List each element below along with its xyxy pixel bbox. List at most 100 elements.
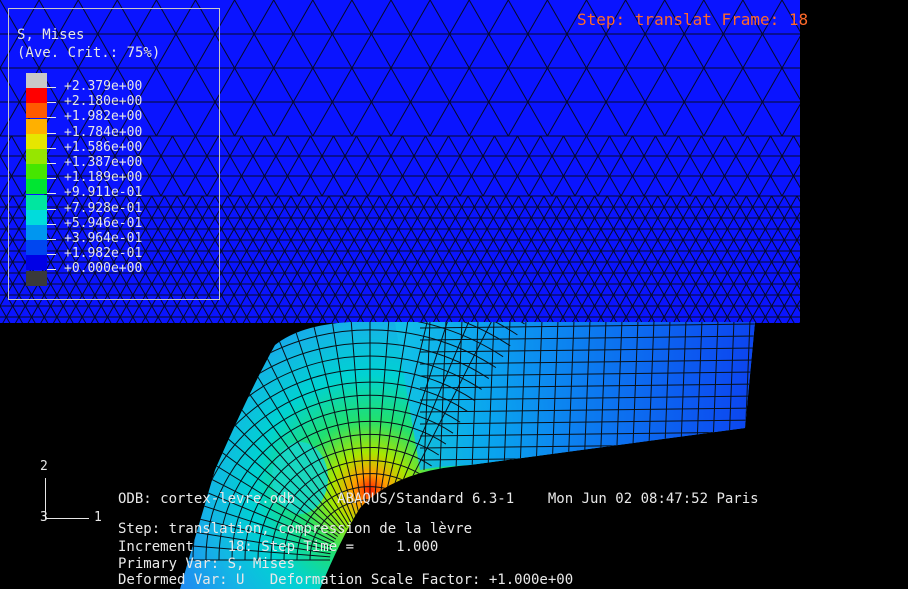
legend-swatch: [26, 194, 47, 210]
legend-level-label: +3.964e-01: [64, 231, 143, 246]
mesh-edge: [810, 218, 816, 229]
mesh-edge: [816, 273, 822, 284]
mesh-edge: [822, 229, 828, 240]
mesh-edge: [802, 34, 822, 68]
info-primary-var-line: Primary Var: S, Mises: [118, 556, 296, 572]
mesh-edge: [816, 196, 822, 207]
info-odb-line: ODB: cortex-levre.odb ABAQUS/Standard 6.…: [118, 491, 759, 507]
mesh-edge: [816, 240, 822, 251]
mesh-edge: [810, 196, 816, 207]
mesh-edge: [803, 251, 809, 262]
mesh-edge: [803, 284, 809, 295]
info-step-line: Step: translation, compression de la lèv…: [118, 521, 473, 537]
legend-swatch: [26, 133, 47, 149]
mesh-edge: [803, 262, 809, 273]
legend-swatch: [26, 88, 47, 104]
mesh-edge: [803, 295, 809, 306]
legend-variable: S, Mises: [17, 27, 85, 43]
legend-level-label: +7.928e-01: [64, 200, 143, 216]
legend-swatch: [26, 255, 47, 271]
mesh-edge: [821, 102, 841, 136]
mesh-edge: [805, 156, 817, 176]
mesh-edge: [805, 136, 817, 156]
mesh-edge: [803, 240, 809, 251]
mesh-edge: [822, 295, 828, 306]
info-increment-line: Increment 18: Step Time = 1.000: [118, 539, 439, 555]
legend-level-label: +2.180e+00: [64, 94, 143, 110]
legend-swatch-below: [26, 270, 47, 286]
legend-level-label: +1.982e+00: [64, 109, 143, 125]
mesh-edge: [817, 136, 829, 156]
legend-tick: [47, 269, 56, 271]
step-frame-label: Step: translat Frame: 18: [577, 10, 809, 29]
mesh-edge: [810, 262, 816, 273]
mesh-edge: [810, 317, 816, 328]
mesh-edge: [803, 306, 809, 317]
legend-level-label: +1.189e+00: [64, 170, 143, 186]
mesh-edge: [810, 207, 816, 218]
legend-tick: [47, 87, 56, 88]
mesh-edge: [803, 317, 809, 328]
axis-1-label: 1: [94, 510, 102, 525]
legend-tick: [47, 254, 56, 256]
mesh-edge: [822, 251, 828, 262]
mesh-edge: [817, 156, 829, 176]
mesh-edge: [821, 34, 841, 68]
mesh-edge: [828, 136, 840, 156]
axis-2-label: 2: [40, 459, 48, 474]
legend-level-label: +1.784e+00: [64, 124, 143, 140]
legend-swatch: [26, 225, 47, 240]
mesh-edge: [802, 102, 822, 136]
mesh-edge: [816, 284, 822, 295]
axis-1-line: [45, 518, 89, 519]
legend-tick: [47, 178, 56, 180]
mesh-edge: [816, 306, 822, 317]
mesh-edge: [803, 229, 809, 240]
mesh-edge: [803, 207, 809, 218]
legend-swatch: [26, 103, 47, 119]
mesh-edge: [803, 196, 809, 207]
legend-swatch: [26, 209, 47, 225]
mesh-edge: [822, 317, 828, 328]
legend-level-label: +1.586e+00: [64, 139, 143, 155]
mesh-edge: [803, 273, 809, 284]
legend-tick: [47, 239, 56, 240]
mesh-edge: [810, 295, 816, 306]
legend-level-label: +9.911e-01: [64, 185, 143, 201]
mesh-edge: [816, 262, 822, 273]
legend-tick: [47, 223, 56, 225]
legend-level-label: +5.946e-01: [64, 215, 143, 231]
legend-swatch: [26, 164, 47, 180]
legend-swatch: [26, 118, 47, 134]
mesh-edge: [822, 207, 828, 218]
legend-averaging: (Ave. Crit.: 75%): [17, 45, 161, 61]
legend-swatch: [26, 149, 47, 164]
legend-level-label: +0.000e+00: [64, 261, 143, 277]
mesh-edge: [803, 218, 809, 229]
mesh-edge: [805, 176, 817, 196]
mesh-edge: [816, 251, 822, 262]
mesh-edge: [817, 176, 829, 196]
mesh-edge: [810, 306, 816, 317]
mesh-edge: [816, 229, 822, 240]
legend-tick: [47, 147, 56, 149]
mesh-edge: [816, 207, 822, 218]
mesh-edge: [810, 229, 816, 240]
legend-tick: [47, 117, 56, 119]
mesh-edge: [816, 317, 822, 328]
legend-level-label: +1.982e-01: [64, 246, 143, 262]
mesh-edge: [828, 176, 840, 196]
legend-swatch: [26, 179, 47, 195]
legend-tick: [47, 208, 56, 210]
axis-3-label: 3: [40, 510, 48, 525]
mesh-edge: [816, 295, 822, 306]
mesh-edge: [810, 240, 816, 251]
info-deformed-var-line: Deformed Var: U Deformation Scale Factor…: [118, 572, 574, 588]
mesh-edge: [816, 218, 822, 229]
mesh-edge: [822, 273, 828, 284]
legend-level-label: +2.379e+00: [64, 79, 143, 94]
legend-level-label: +1.387e+00: [64, 155, 143, 170]
legend-tick: [47, 163, 56, 164]
legend-tick: [47, 102, 56, 104]
mesh-edge: [810, 273, 816, 284]
